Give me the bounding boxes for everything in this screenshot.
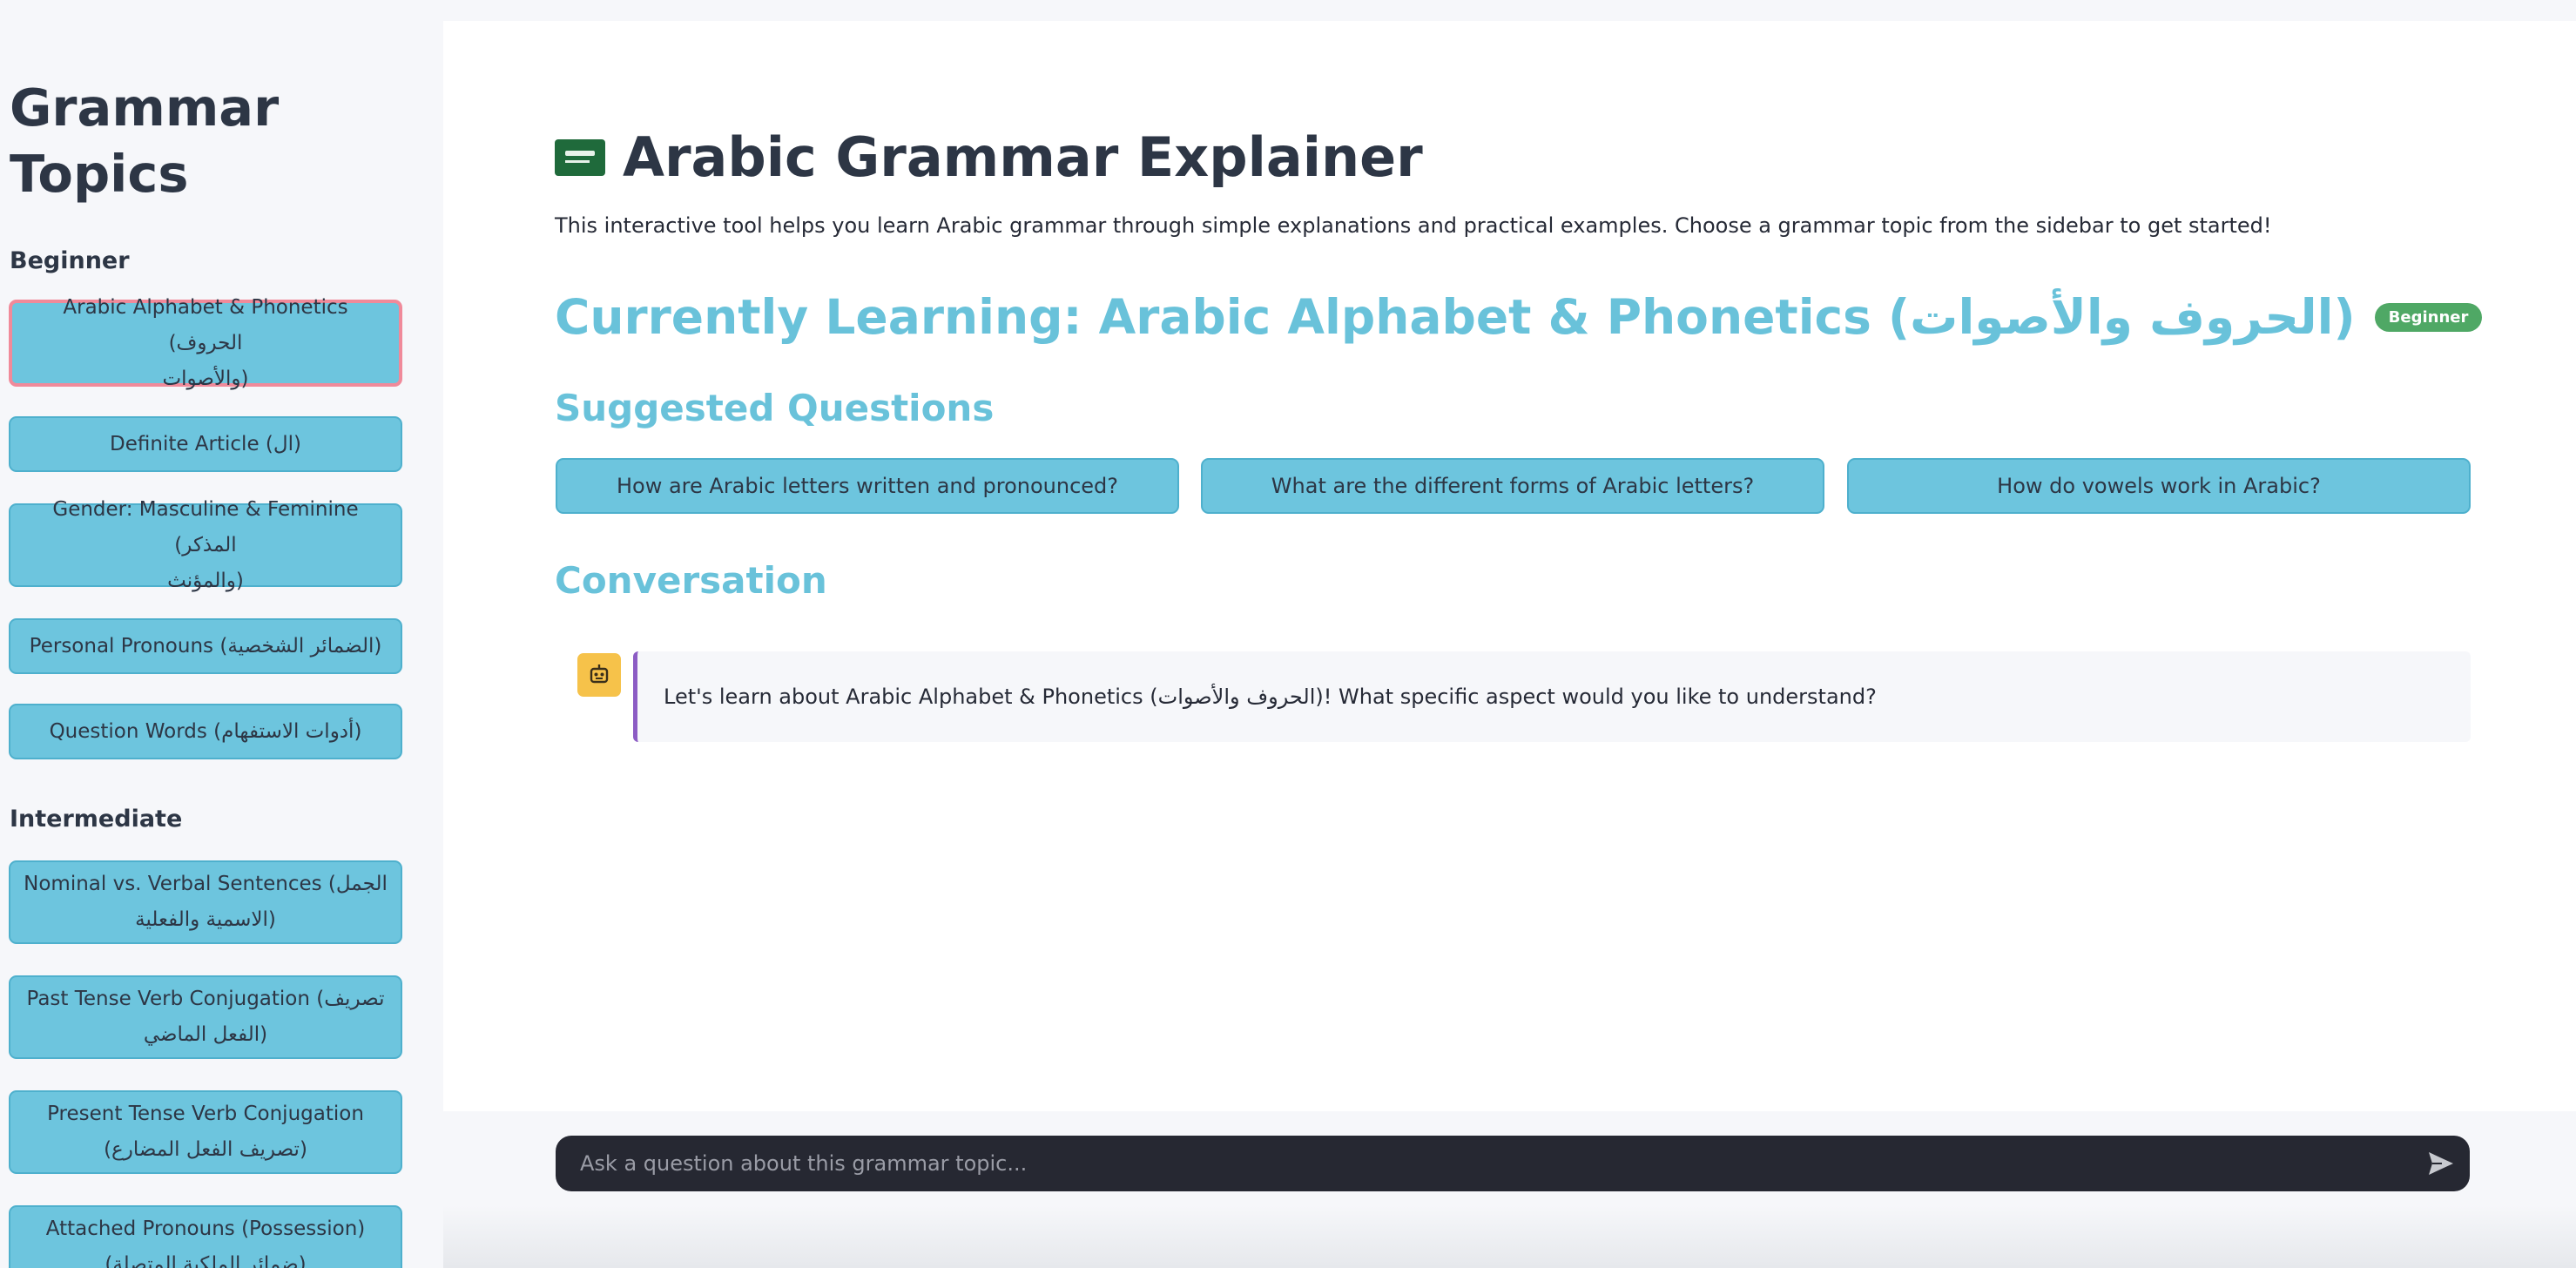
topic-button-present-tense[interactable]: Present Tense Verb Conjugation (تصريف ال… — [9, 1090, 402, 1174]
topic-button-question-words[interactable]: Question Words (أدوات الاستفهام) — [9, 704, 402, 759]
assistant-message-text: Let's learn about Arabic Alphabet & Phon… — [664, 685, 1877, 709]
topic-button-label: Personal Pronouns (الضمائر الشخصية) — [29, 634, 382, 658]
topic-button-label: Gender: Masculine & Feminine (المذكر وال… — [52, 497, 359, 592]
chat-input[interactable] — [578, 1150, 2405, 1177]
send-icon[interactable] — [2426, 1150, 2456, 1177]
topic-button-label: Arabic Alphabet & Phonetics (الحروف والأ… — [63, 295, 348, 390]
topic-button-personal-pronouns[interactable]: Personal Pronouns (الضمائر الشخصية) — [9, 618, 402, 674]
assistant-message: Let's learn about Arabic Alphabet & Phon… — [633, 651, 2471, 742]
chat-input-bar — [556, 1136, 2470, 1191]
topic-button-label: Attached Pronouns (Possession) (ضمائر ال… — [45, 1217, 366, 1268]
topic-button-label: Past Tense Verb Conjugation (تصريف الفعل… — [26, 988, 385, 1046]
page-title: Arabic Grammar Explainer — [555, 125, 1423, 189]
topic-button-attached-pronouns[interactable]: Attached Pronouns (Possession) (ضمائر ال… — [9, 1205, 402, 1268]
intro-text: This interactive tool helps you learn Ar… — [555, 213, 2272, 238]
suggested-question-button[interactable]: How are Arabic letters written and prono… — [556, 458, 1179, 514]
section-label-intermediate: Intermediate — [10, 806, 183, 833]
bottom-bar — [443, 1205, 2576, 1268]
current-topic-heading: Currently Learning: Arabic Alphabet & Ph… — [555, 289, 2483, 345]
sidebar-title: Grammar Topics — [10, 78, 280, 204]
topic-button-gender[interactable]: Gender: Masculine & Feminine (المذكر وال… — [9, 498, 402, 592]
conversation-heading: Conversation — [555, 559, 827, 602]
topic-button-label: Definite Article (ال) — [110, 432, 301, 455]
current-topic-text: Currently Learning: Arabic Alphabet & Ph… — [555, 289, 2356, 345]
topic-button-alphabet-phonetics[interactable]: Arabic Alphabet & Phonetics (الحروف والأ… — [9, 296, 402, 390]
topic-button-label: Present Tense Verb Conjugation (تصريف ال… — [47, 1103, 364, 1161]
assistant-avatar — [577, 653, 621, 697]
topic-button-definite-article[interactable]: Definite Article (ال) — [9, 416, 402, 472]
robot-icon — [590, 664, 609, 684]
suggested-questions-heading: Suggested Questions — [555, 387, 995, 429]
section-label-beginner: Beginner — [10, 247, 130, 274]
topic-button-past-tense[interactable]: Past Tense Verb Conjugation (تصريف الفعل… — [9, 975, 402, 1059]
topic-button-label: Question Words (أدوات الاستفهام) — [49, 719, 362, 743]
main-panel: Arabic Grammar Explainer This interactiv… — [443, 21, 2576, 1111]
page-title-text: Arabic Grammar Explainer — [623, 125, 1423, 189]
level-badge: Beginner — [2374, 302, 2483, 332]
suggested-question-button[interactable]: How do vowels work in Arabic? — [1847, 458, 2471, 514]
sidebar: Grammar Topics Beginner Arabic Alphabet … — [0, 0, 443, 1268]
suggested-question-button[interactable]: What are the different forms of Arabic l… — [1201, 458, 1824, 514]
saudi-arabia-flag-icon — [555, 138, 605, 176]
topic-button-label: Nominal vs. Verbal Sentences (الجمل الاس… — [24, 873, 388, 931]
topic-button-nominal-verbal-sentences[interactable]: Nominal vs. Verbal Sentences (الجمل الاس… — [9, 860, 402, 944]
